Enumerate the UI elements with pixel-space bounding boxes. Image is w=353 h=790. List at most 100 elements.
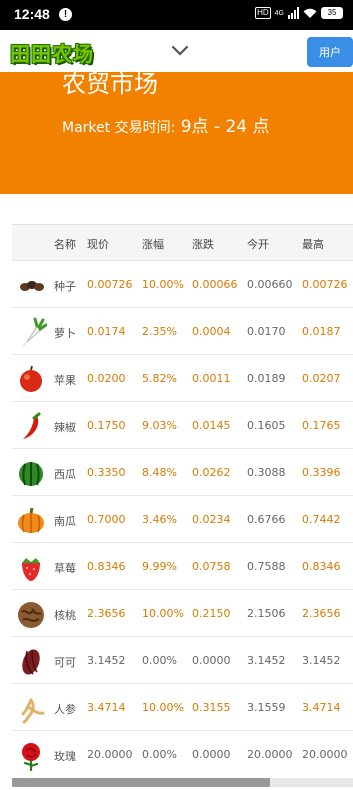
item-change: 0.0262 <box>192 466 231 479</box>
wifi-icon <box>303 8 317 18</box>
table-row[interactable]: 人参 3.4714 10.00% 0.3155 3.1559 3.4714 <box>12 684 353 731</box>
horizontal-scrollbar[interactable] <box>12 778 353 787</box>
rose-icon <box>22 743 40 771</box>
item-price: 2.3656 <box>87 607 126 620</box>
item-price: 0.1750 <box>87 419 126 432</box>
item-name: 辣椒 <box>54 421 76 434</box>
header-open[interactable]: 今开 <box>247 236 269 252</box>
item-open: 3.1559 <box>247 701 286 714</box>
table-row[interactable]: 玫瑰 20.0000 0.00% 0.0000 20.0000 20.0000 <box>12 731 353 772</box>
item-pct-change: 9.03% <box>142 419 177 432</box>
table-row[interactable]: 苹果 0.0200 5.82% 0.0011 0.0189 0.0207 <box>12 355 353 402</box>
item-open: 0.6766 <box>247 513 286 526</box>
item-change: 0.2150 <box>192 607 231 620</box>
item-high: 0.0207 <box>302 372 341 385</box>
chevron-down-icon[interactable] <box>170 42 190 60</box>
header-high[interactable]: 最高 <box>302 236 324 252</box>
seed-icon <box>20 281 44 291</box>
item-open: 20.0000 <box>247 748 293 761</box>
item-price: 0.0200 <box>87 372 126 385</box>
item-pct-change: 3.46% <box>142 513 177 526</box>
item-pct-change: 0.00% <box>142 654 177 667</box>
header-price[interactable]: 现价 <box>87 236 109 252</box>
notification-icon: ! <box>59 8 72 21</box>
table-row[interactable]: 种子 0.00726 10.00% 0.00066 0.00660 0.00726 <box>12 261 353 308</box>
watermelon-icon <box>19 462 43 486</box>
table-row[interactable]: 西瓜 0.3350 8.48% 0.0262 0.3088 0.3396 <box>12 449 353 496</box>
item-name: 南瓜 <box>54 515 76 528</box>
header-name[interactable]: 名称 <box>54 236 76 252</box>
strawberry-icon <box>22 558 40 581</box>
header-pct-change[interactable]: 涨幅 <box>142 236 164 252</box>
item-price: 0.00726 <box>87 278 133 291</box>
status-bar: 12:48 ! HD 4G 35 <box>0 0 353 30</box>
item-change: 0.00066 <box>192 278 238 291</box>
item-high: 0.3396 <box>302 466 341 479</box>
item-high: 3.4714 <box>302 701 341 714</box>
item-change: 0.0011 <box>192 372 231 385</box>
item-high: 0.00726 <box>302 278 348 291</box>
item-pct-change: 10.00% <box>142 278 184 291</box>
item-price: 3.4714 <box>87 701 126 714</box>
table-row[interactable]: 辣椒 0.1750 9.03% 0.0145 0.1605 0.1765 <box>12 402 353 449</box>
status-indicators: HD 4G 35 <box>255 7 343 19</box>
item-name: 人参 <box>54 703 76 716</box>
trading-hours-value: 9点 - 24 点 <box>175 117 270 137</box>
table-row[interactable]: 核桃 2.3656 10.00% 0.2150 2.1506 2.3656 <box>12 590 353 637</box>
item-open: 0.3088 <box>247 466 286 479</box>
item-pct-change: 9.99% <box>142 560 177 573</box>
item-open: 3.1452 <box>247 654 286 667</box>
item-open: 0.7588 <box>247 560 286 573</box>
item-pct-change: 5.82% <box>142 372 177 385</box>
item-change: 0.0758 <box>192 560 231 573</box>
item-pct-change: 8.48% <box>142 466 177 479</box>
item-pct-change: 10.00% <box>142 607 184 620</box>
signal-icon <box>288 7 299 19</box>
item-open: 0.0189 <box>247 372 286 385</box>
item-name: 苹果 <box>54 374 76 387</box>
apple-icon <box>20 365 42 392</box>
app-logo[interactable]: 田田农场 <box>10 38 94 67</box>
table-header: 名称 现价 涨幅 涨跌 今开 最高 <box>12 225 353 261</box>
banner-subtitle: Market 交易时间: 9点 - 24 点 <box>62 112 270 137</box>
network-type-icon: 4G <box>274 9 284 17</box>
item-price: 0.3350 <box>87 466 126 479</box>
item-high: 0.0187 <box>302 325 341 338</box>
item-price: 3.1452 <box>87 654 126 667</box>
battery-icon: 35 <box>321 7 343 19</box>
item-open: 0.0170 <box>247 325 286 338</box>
status-time: 12:48 <box>14 6 50 22</box>
table-row[interactable]: 可可 3.1452 0.00% 0.0000 3.1452 3.1452 <box>12 637 353 684</box>
header-change[interactable]: 涨跌 <box>192 236 214 252</box>
user-button[interactable]: 用户 <box>307 37 353 67</box>
item-high: 3.1452 <box>302 654 341 667</box>
item-open: 0.00660 <box>247 278 293 291</box>
item-name: 核桃 <box>54 609 76 622</box>
item-name: 玫瑰 <box>54 750 76 763</box>
trading-hours-label: Market 交易时间: <box>62 120 176 136</box>
item-pct-change: 2.35% <box>142 325 177 338</box>
item-price: 20.0000 <box>87 748 133 761</box>
item-pct-change: 0.00% <box>142 748 177 761</box>
item-name: 草莓 <box>54 562 76 575</box>
item-change: 0.0004 <box>192 325 231 338</box>
market-table[interactable]: 名称 现价 涨幅 涨跌 今开 最高 种子 0.00726 10.00% 0.00066… <box>12 224 353 772</box>
item-high: 0.8346 <box>302 560 341 573</box>
item-name: 萝卜 <box>54 327 76 340</box>
item-price: 0.0174 <box>87 325 126 338</box>
item-price: 0.8346 <box>87 560 126 573</box>
scrollbar-thumb[interactable] <box>12 778 270 787</box>
item-pct-change: 10.00% <box>142 701 184 714</box>
item-high: 2.3656 <box>302 607 341 620</box>
table-row[interactable]: 南瓜 0.7000 3.46% 0.0234 0.6766 0.7442 <box>12 496 353 543</box>
item-name: 可可 <box>54 656 76 669</box>
item-change: 0.0000 <box>192 748 231 761</box>
item-open: 2.1506 <box>247 607 286 620</box>
item-high: 0.7442 <box>302 513 341 526</box>
chili-icon <box>23 412 41 439</box>
table-row[interactable]: 草莓 0.8346 9.99% 0.0758 0.7588 0.8346 <box>12 543 353 590</box>
banner-title: 农贸市场 <box>62 72 158 98</box>
hd-icon: HD <box>255 7 271 19</box>
table-row[interactable]: 萝卜 0.0174 2.35% 0.0004 0.0170 0.0187 <box>12 308 353 355</box>
item-high: 0.1765 <box>302 419 341 432</box>
